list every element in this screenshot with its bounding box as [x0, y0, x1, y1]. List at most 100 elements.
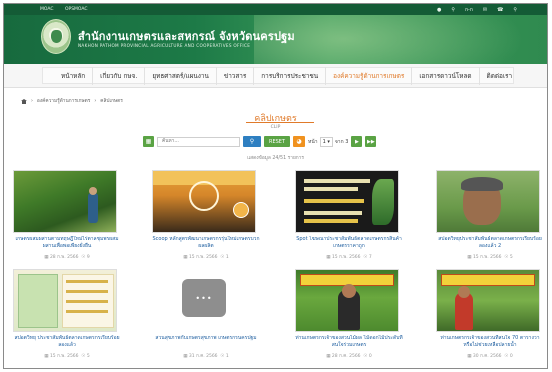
home-icon[interactable]: [21, 98, 27, 104]
clip-title[interactable]: Scoop หลักสูตรพัฒนาเกษตรกรรุ่นใหม่เกษตรบ…: [152, 236, 260, 250]
clip-meta: ▦ 30 ก.ค. 2566 ☉ 0: [436, 352, 544, 359]
calendar-icon: ▦: [183, 354, 188, 359]
calendar-icon[interactable]: ▦: [143, 136, 154, 147]
site-header: สำนักงานเกษตรและสหกรณ์ จังหวัดนครปฐม NAK…: [4, 15, 547, 64]
nav-item-services[interactable]: การบริการประชาชน: [254, 66, 327, 85]
search-button[interactable]: ⚲: [243, 136, 261, 147]
mail-icon[interactable]: ✉: [483, 7, 487, 13]
clip-meta: ▦ 28 ก.ค. 2566 ☉ 0: [295, 352, 403, 359]
page-prefix: หน้า: [308, 138, 318, 145]
breadcrumb-separator-icon: ›: [94, 98, 97, 104]
clip-title[interactable]: สวนสุขภาพกับเกษตรสุขภาพ เกษตรกรนครปฐม: [152, 335, 260, 349]
clip-date: 30 ก.ค. 2566: [472, 354, 502, 359]
opsmoac-link[interactable]: OPSMOAC: [65, 7, 88, 12]
result-count: แสดงข้อมูล 24/51 รายการ: [247, 156, 304, 161]
eye-icon: ☉: [504, 255, 509, 260]
clip-title[interactable]: สปอตวิทยุ ประชาสัมพันธ์ตลาดเกษตรกรเรียบร…: [13, 335, 121, 349]
clip-date: 28 ก.พ. 2566: [49, 255, 79, 260]
nav-item-home[interactable]: หน้าหลัก: [54, 66, 94, 85]
clip-thumbnail[interactable]: [436, 269, 540, 332]
nav-item-contact[interactable]: ติดต่อเรา: [480, 67, 520, 85]
clip-meta: ▦ 15 ก.พ. 2566 ☉ 1: [152, 253, 260, 260]
clip-meta: ▦ 15 ก.พ. 2566 ☉ 7: [295, 253, 403, 260]
clip-card[interactable]: ••• สวนสุขภาพกับเกษตรสุขภาพ เกษตรกรนครปฐ…: [152, 269, 260, 359]
breadcrumb-parent[interactable]: องค์ความรู้ด้านการเกษตร: [37, 97, 90, 105]
clip-meta: ▦ 31 ก.ค. 2566 ☉ 1: [152, 352, 260, 359]
breadcrumb-separator-icon: ›: [31, 98, 33, 104]
clip-thumbnail[interactable]: [295, 269, 399, 332]
page-select-value: 1: [322, 138, 326, 145]
eye-icon: ☉: [81, 354, 86, 359]
clip-thumbnail[interactable]: [13, 170, 117, 233]
clip-views: 0: [509, 354, 513, 359]
clip-date: 15 ก.พ. 2566: [472, 255, 502, 260]
reset-button[interactable]: RESET: [264, 136, 291, 147]
clip-thumbnail[interactable]: [152, 170, 256, 233]
calendar-icon: ▦: [326, 354, 331, 359]
nav-item-strategy[interactable]: ยุทธศาสตร์/แผนงาน: [145, 66, 217, 85]
breadcrumb-current: คลิปเกษตร: [100, 99, 123, 104]
clip-thumbnail[interactable]: •••: [152, 269, 256, 332]
eye-icon: ☉: [504, 354, 509, 359]
last-page-button[interactable]: ▶▶: [365, 136, 377, 147]
calendar-icon: ▦: [467, 354, 472, 359]
page-total: จาก 3: [334, 138, 349, 145]
clip-thumbnail[interactable]: [436, 170, 540, 233]
clip-thumbnail[interactable]: [13, 269, 117, 332]
nav-item-news[interactable]: ข่าวสาร: [217, 66, 255, 85]
top-utility-bar: MOAC OPSMOAC ● ⚲ ก-ก ✉ ☎ ⚲: [4, 4, 547, 15]
calendar-icon: ▦: [44, 255, 49, 260]
clip-card[interactable]: สปอตวิทยุ ประชาสัมพันธ์ตลาดเกษตรกรเรียบร…: [13, 269, 121, 359]
moac-link[interactable]: MOAC: [40, 7, 54, 12]
clip-title[interactable]: สปอตวิทยุประชาสัมพันธ์ตลาดเกษตรกรเรียบร้…: [436, 236, 544, 250]
clip-views: 5: [86, 354, 90, 359]
browser-page: MOAC OPSMOAC ● ⚲ ก-ก ✉ ☎ ⚲ สำนักงานเกษตร…: [3, 3, 548, 369]
clip-card[interactable]: Spot โฆษณาประชาสัมพันธ์ตลาดเกษตรกรสินค้า…: [295, 170, 403, 260]
calendar-icon: ▦: [44, 354, 49, 359]
clip-meta: ▦ 28 ก.พ. 2566 ☉ 9: [13, 253, 121, 260]
video-placeholder-icon: •••: [182, 279, 226, 317]
clip-title[interactable]: Spot โฆษณาประชาสัมพันธ์ตลาดเกษตรกรสินค้า…: [295, 236, 403, 250]
clip-views: 7: [368, 255, 372, 260]
next-page-button[interactable]: ▶: [351, 136, 363, 147]
clip-date: 28 ก.ค. 2566: [331, 354, 361, 359]
clip-meta: ▦ 15 ก.พ. 2566 ☉ 5: [13, 352, 121, 359]
clip-title[interactable]: ท่านเกษตรกรเจ้าของสวนไม้ผล ไม้ดอกไม้ประด…: [295, 335, 403, 349]
search-input[interactable]: [157, 136, 240, 147]
clip-card[interactable]: Scoop หลักสูตรพัฒนาเกษตรกรรุ่นใหม่เกษตรบ…: [152, 170, 260, 260]
clip-views: 1: [225, 255, 229, 260]
clip-meta: ▦ 15 ก.พ. 2566 ☉ 5: [436, 253, 544, 260]
clip-title[interactable]: เกษตรผสมผสานตามทฤษฎีใหม่ไร่ตาลชุมพรผสมผส…: [13, 236, 121, 250]
clip-date: 31 ก.ค. 2566: [188, 354, 218, 359]
pagination: หน้า 1 ▾ จาก 3: [308, 136, 349, 147]
calendar-icon: ▦: [183, 255, 188, 260]
nav-item-about[interactable]: เกี่ยวกับ กษจ.: [93, 66, 146, 85]
site-subtitle: NAKHON PATHOM PROVINCIAL AGRICULTURE AND…: [78, 43, 251, 48]
eye-icon: ☉: [363, 354, 368, 359]
calendar-icon: ▦: [326, 255, 331, 260]
text-size-icon[interactable]: ก-ก: [465, 6, 473, 14]
clip-views: 5: [509, 255, 513, 260]
clip-card[interactable]: สปอตวิทยุประชาสัมพันธ์ตลาดเกษตรกรเรียบร้…: [436, 170, 544, 260]
clip-title[interactable]: ท่านเกษตรกรเจ้าของสวนที่สนใจ 70 ตารางวาห…: [436, 335, 544, 349]
clip-date: 15 ก.พ. 2566: [49, 354, 79, 359]
clip-card[interactable]: ท่านเกษตรกรเจ้าของสวนที่สนใจ 70 ตารางวาห…: [436, 269, 544, 359]
clip-card[interactable]: เกษตรผสมผสานตามทฤษฎีใหม่ไร่ตาลชุมพรผสมผส…: [13, 170, 121, 260]
ministry-logo[interactable]: [41, 19, 71, 54]
eye-icon: ☉: [81, 255, 86, 260]
clip-date: 15 ก.พ. 2566: [331, 255, 361, 260]
user-icon[interactable]: ●: [437, 7, 441, 13]
breadcrumb: › องค์ความรู้ด้านการเกษตร › คลิปเกษตร: [21, 97, 123, 105]
clip-views: 0: [368, 354, 372, 359]
clip-views: 1: [225, 354, 229, 359]
rss-icon[interactable]: ◕: [293, 136, 306, 147]
search-icon[interactable]: ⚲: [451, 7, 455, 13]
clip-card[interactable]: ท่านเกษตรกรเจ้าของสวนไม้ผล ไม้ดอกไม้ประด…: [295, 269, 403, 359]
page-select[interactable]: 1 ▾: [319, 136, 333, 147]
map-pin-icon[interactable]: ⚲: [513, 7, 517, 13]
nav-item-knowledge[interactable]: องค์ความรู้ด้านการเกษตร: [326, 66, 413, 85]
clip-thumbnail[interactable]: [295, 170, 399, 233]
nav-item-downloads[interactable]: เอกสารดาวน์โหลด: [412, 66, 480, 85]
phone-icon[interactable]: ☎: [497, 7, 503, 13]
title-underline: [246, 122, 314, 123]
